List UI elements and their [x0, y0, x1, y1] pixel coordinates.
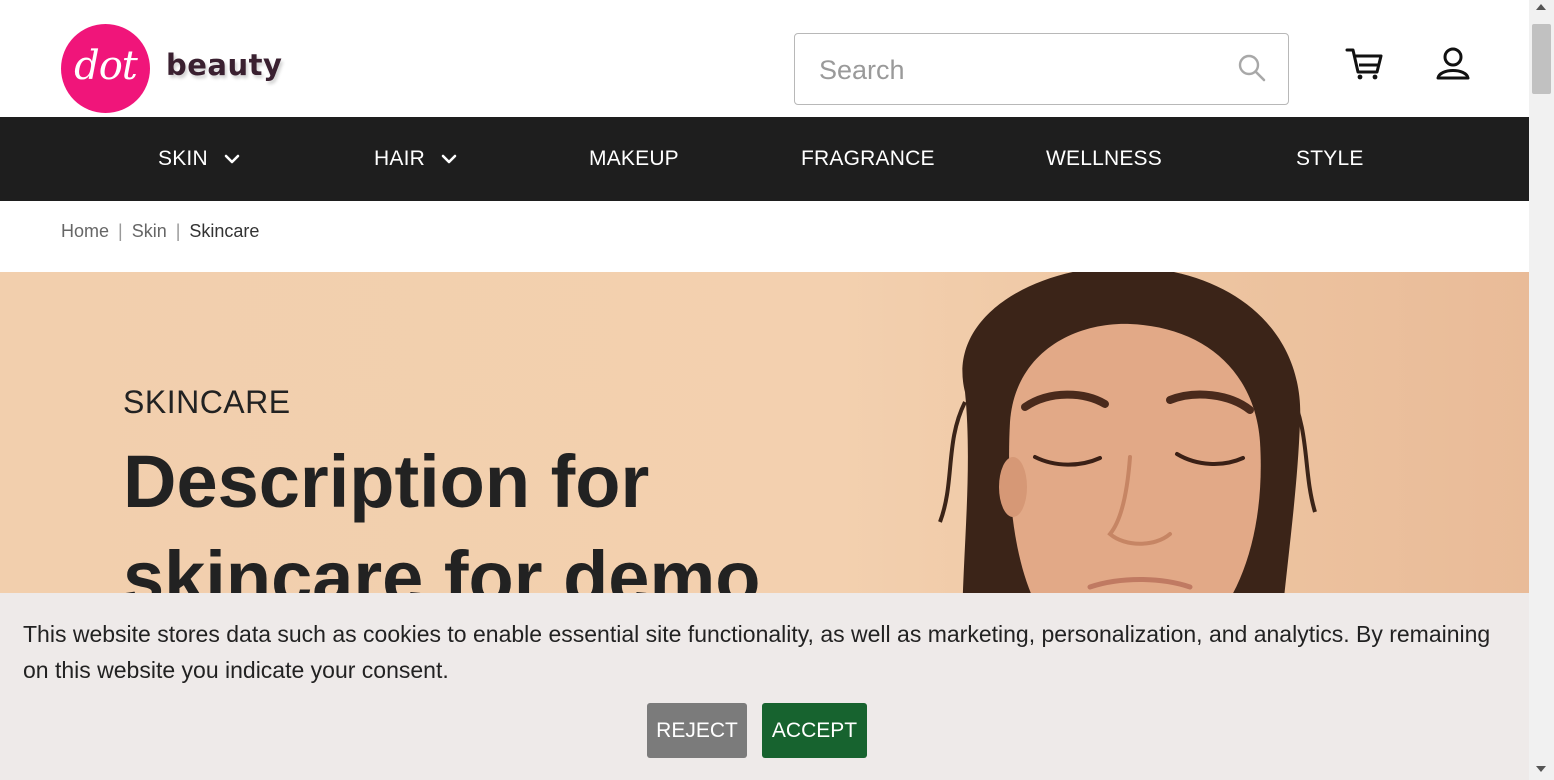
nav-item-hair[interactable]: HAIR	[374, 117, 457, 201]
breadcrumb-separator: |	[175, 221, 181, 241]
reject-cookies-button[interactable]: REJECT	[647, 703, 747, 758]
vertical-scrollbar[interactable]	[1529, 0, 1554, 780]
scroll-up-arrow-icon[interactable]	[1536, 4, 1546, 10]
accept-cookies-button[interactable]: ACCEPT	[762, 703, 867, 758]
scroll-down-arrow-icon[interactable]	[1536, 766, 1546, 772]
nav-item-skin[interactable]: SKIN	[158, 117, 240, 201]
nav-item-label: FRAGRANCE	[801, 147, 935, 170]
nav-item-wellness[interactable]: WELLNESS	[1046, 117, 1162, 201]
chevron-down-icon	[441, 154, 457, 164]
cart-icon[interactable]	[1345, 46, 1385, 82]
nav-item-label: MAKEUP	[589, 147, 679, 170]
site-header: dot beauty	[0, 0, 1529, 117]
logo-wordmark: beauty	[166, 47, 283, 82]
cookie-consent-text: This website stores data such as cookies…	[23, 621, 1491, 683]
breadcrumb-current: Skincare	[189, 221, 260, 241]
logo-mark: dot	[61, 24, 150, 113]
breadcrumb-home[interactable]: Home	[61, 221, 109, 242]
nav-item-label: WELLNESS	[1046, 147, 1162, 170]
hero-eyebrow: SKINCARE	[123, 384, 291, 420]
brand-logo[interactable]: dot beauty	[61, 24, 282, 113]
breadcrumb: Home | Skin | Skincare	[61, 221, 259, 242]
chevron-down-icon	[224, 154, 240, 164]
cookie-consent-banner: This website stores data such as cookies…	[0, 593, 1529, 780]
user-account-icon[interactable]	[1435, 46, 1471, 82]
search-icon[interactable]	[1238, 54, 1266, 82]
nav-item-label: STYLE	[1296, 147, 1364, 170]
nav-item-makeup[interactable]: MAKEUP	[589, 117, 679, 201]
page: dot beauty SKIN HAIR	[0, 0, 1529, 780]
nav-item-label: HAIR	[374, 147, 425, 170]
search-input[interactable]	[819, 52, 1219, 88]
scrollbar-thumb[interactable]	[1532, 24, 1551, 94]
nav-item-style[interactable]: STYLE	[1296, 117, 1364, 201]
nav-item-label: SKIN	[158, 147, 208, 170]
search-box[interactable]	[794, 33, 1289, 105]
breadcrumb-separator: |	[118, 221, 123, 241]
main-nav: SKIN HAIR MAKEUP FRAGRANCE WELLNESS STYL…	[0, 117, 1529, 201]
nav-item-fragrance[interactable]: FRAGRANCE	[801, 117, 935, 201]
breadcrumb-skin[interactable]: Skin	[132, 221, 167, 242]
